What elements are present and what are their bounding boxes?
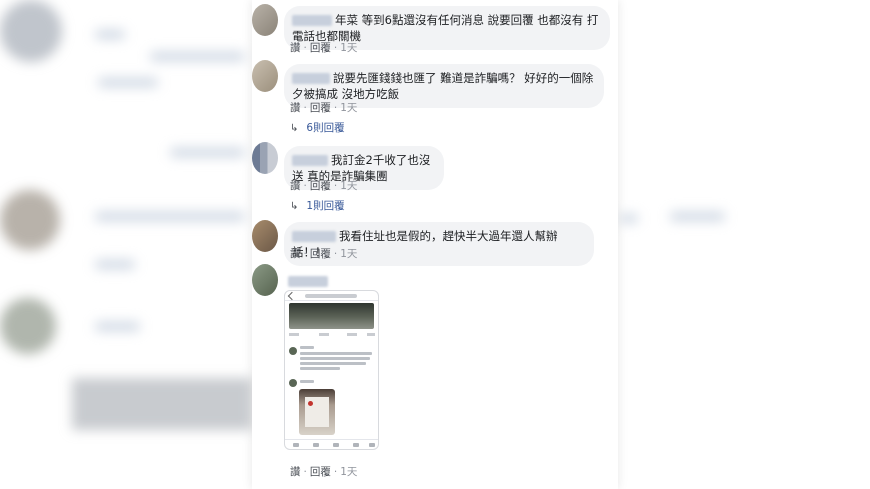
blurred-avatar	[0, 190, 60, 250]
screenshot-reactions	[289, 331, 375, 339]
screenshot-photo	[289, 303, 374, 329]
reply-arrow-icon: ↳	[290, 123, 299, 134]
comment-actions: 讚 · 回覆 · 1天	[290, 466, 358, 478]
comment-timestamp[interactable]: 1天	[340, 248, 357, 260]
comment: 讚 · 回覆 · 1天	[252, 264, 618, 489]
comment-timestamp[interactable]: 1天	[340, 102, 357, 114]
commenter-name[interactable]	[292, 231, 336, 242]
commenter-name[interactable]	[288, 276, 328, 287]
avatar[interactable]	[252, 142, 278, 174]
reply-button[interactable]: 回覆	[310, 42, 331, 54]
avatar[interactable]	[252, 264, 278, 296]
replies-count[interactable]: 1則回覆	[306, 200, 344, 212]
reply-button[interactable]: 回覆	[310, 248, 331, 260]
screenshot-attachment[interactable]	[284, 290, 379, 450]
comment-text: 說要先匯錢錢也匯了 難道是詐騙嗎？ 好好的一個除夕被搞成 沒地方吃飯	[292, 71, 594, 101]
replies-count[interactable]: 6則回覆	[306, 122, 344, 134]
like-button[interactable]: 讚	[290, 42, 301, 54]
commenter-name[interactable]	[292, 155, 328, 166]
blurred-avatar	[0, 298, 56, 354]
screenshot-comment	[289, 345, 374, 375]
blurred-text	[620, 214, 638, 223]
commenter-name[interactable]	[292, 15, 332, 26]
reply-button[interactable]: 回覆	[310, 466, 331, 478]
blurred-text	[98, 78, 158, 87]
like-button[interactable]: 讚	[290, 102, 301, 114]
avatar[interactable]	[252, 4, 278, 36]
reply-button[interactable]: 回覆	[310, 102, 331, 114]
blurred-avatar	[0, 0, 62, 62]
comment-timestamp[interactable]: 1天	[340, 42, 357, 54]
blurred-text	[670, 212, 725, 221]
comment-panel: 年菜 等到6點還沒有任何消息 說要回覆 也都沒有 打電話也都關機 讚 · 回覆 · 1天…	[252, 0, 618, 489]
comment-actions: 讚 · 回覆 · 1天	[290, 180, 358, 192]
blurred-text	[95, 212, 245, 221]
like-button[interactable]: 讚	[290, 466, 301, 478]
reply-arrow-icon: ↳	[290, 201, 299, 212]
avatar[interactable]	[252, 220, 278, 252]
comment-text: 年菜 等到6點還沒有任何消息 說要回覆 也都沒有 打電話也都關機	[292, 13, 599, 43]
avatar[interactable]	[252, 60, 278, 92]
blurred-text	[170, 148, 245, 157]
blurred-text	[95, 260, 135, 269]
commenter-name[interactable]	[292, 73, 330, 84]
screenshot-header	[285, 291, 378, 301]
comment-actions: 讚 · 回覆 · 1天	[290, 248, 358, 260]
blurred-text	[95, 30, 125, 39]
blurred-image	[72, 378, 252, 430]
reply-button[interactable]: 回覆	[310, 180, 331, 192]
like-button[interactable]: 讚	[290, 180, 301, 192]
document-photo	[299, 389, 335, 435]
blurred-text	[95, 322, 140, 331]
blurred-text	[150, 52, 245, 61]
view-replies-link[interactable]: ↳ 1則回覆	[290, 200, 345, 213]
comment-timestamp[interactable]: 1天	[340, 180, 357, 192]
comment-timestamp[interactable]: 1天	[340, 466, 357, 478]
comment-actions: 讚 · 回覆 · 1天	[290, 42, 358, 54]
screenshot-footer	[285, 439, 378, 449]
view-replies-link[interactable]: ↳ 6則回覆	[290, 122, 345, 135]
like-button[interactable]: 讚	[290, 248, 301, 260]
comment-actions: 讚 · 回覆 · 1天	[290, 102, 358, 114]
